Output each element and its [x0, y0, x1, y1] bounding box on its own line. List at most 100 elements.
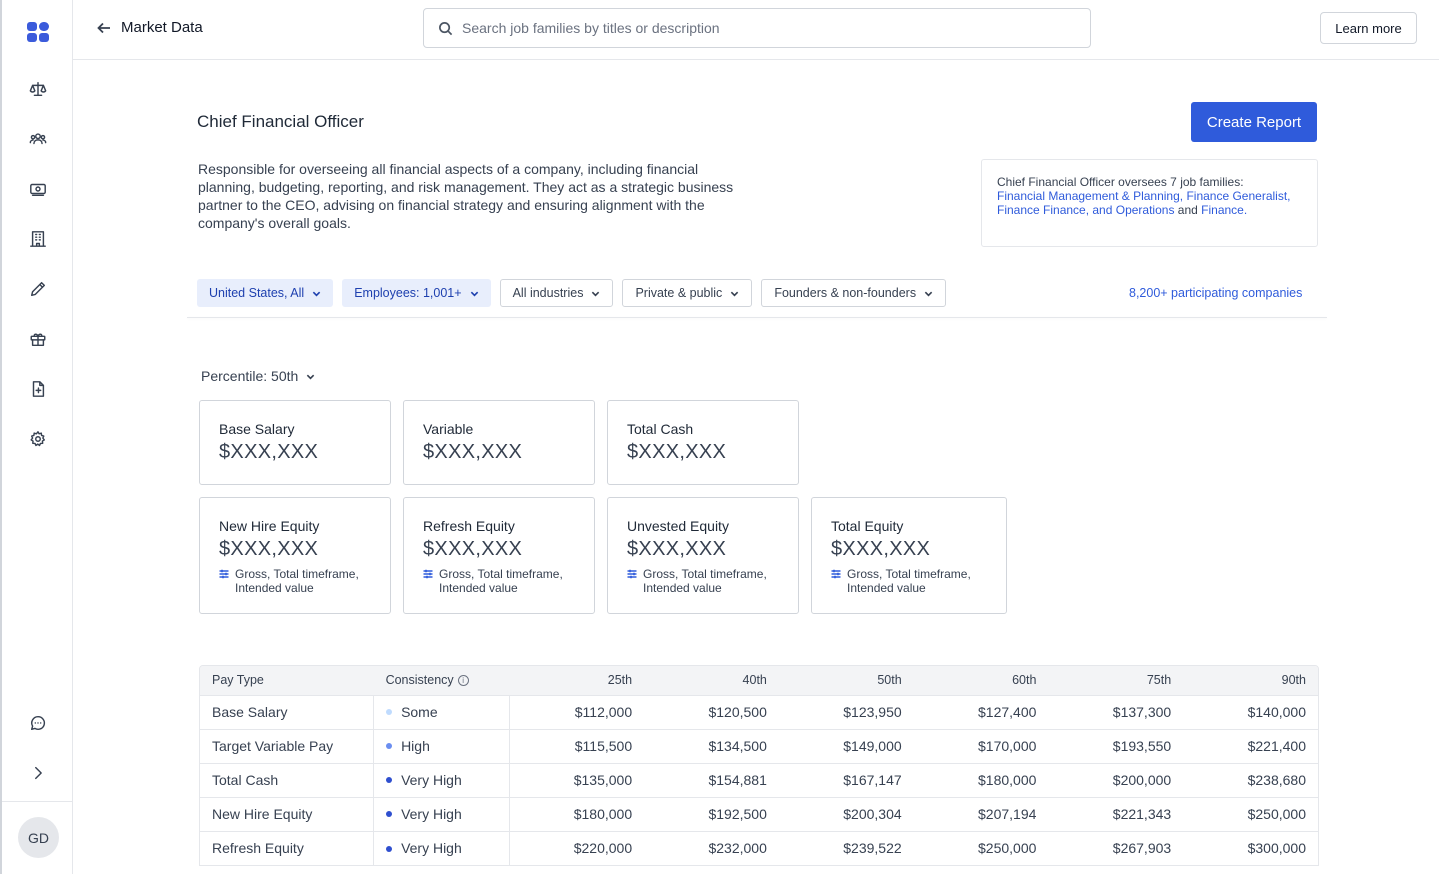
cell-consistency: Some — [373, 695, 510, 729]
col-header-90th[interactable]: 90th — [1183, 666, 1318, 695]
card-value: $XXX,XXX — [219, 538, 319, 560]
chevron-down-icon — [470, 291, 478, 296]
cell-value: $221,343 — [1112, 806, 1172, 822]
cell-value: $267,903 — [1112, 840, 1172, 857]
cell-value: $200,304 — [843, 806, 902, 822]
card-label: Variable — [423, 421, 474, 437]
cell-value: $140,000 — [1247, 704, 1306, 720]
filter-employees[interactable]: Employees: 1,001+ — [342, 279, 491, 307]
card-variable: Variable $XXX,XXX — [403, 400, 595, 485]
card-value: $XXX,XXX — [831, 538, 931, 560]
cell-value: $154,881 — [708, 772, 767, 788]
card-value: $XXX,XXX — [423, 441, 523, 463]
chat-icon[interactable] — [28, 713, 48, 733]
col-header-50th[interactable]: 50th — [779, 666, 914, 695]
cell-consistency: Very High — [373, 831, 510, 865]
info-icon[interactable]: i — [457, 675, 469, 687]
scale-icon[interactable] — [28, 79, 48, 99]
filter-founders[interactable]: Founders & non-founders — [761, 279, 947, 307]
consistency-dot-icon — [386, 743, 393, 750]
cell-value: $300,000 — [1247, 840, 1306, 857]
col-header-75th[interactable]: 75th — [1048, 666, 1183, 695]
card-label: New Hire Equity — [219, 518, 320, 534]
document-icon[interactable] — [28, 379, 48, 399]
job-family-finance-link[interactable]: Finance. — [1201, 203, 1247, 217]
card-base-salary: Base Salary $XXX,XXX — [199, 400, 391, 485]
filter-location[interactable]: United States, All — [197, 279, 334, 307]
card-note: Gross, Total timeframe, Intended value — [831, 567, 987, 595]
filter-industries[interactable]: All industries — [499, 279, 614, 307]
card-label: Base Salary — [219, 421, 295, 437]
cell-pay-type: Target Variable Pay — [200, 729, 375, 763]
filter-founders-label: Founders & non-founders — [774, 286, 917, 300]
money-icon[interactable] — [28, 179, 48, 199]
cell-value: $135,000 — [573, 772, 633, 788]
chevron-right-icon[interactable] — [28, 763, 48, 783]
cell-pay-type: New Hire Equity — [200, 797, 375, 831]
back-link[interactable]: Market Data — [97, 19, 203, 36]
filter-bar: United States, All Employees: 1,001+ All… — [197, 279, 947, 307]
filter-ownership[interactable]: Private & public — [622, 279, 753, 307]
table-row: Refresh Equity Very High $220,000 $232,000 $… — [200, 831, 1318, 865]
cell-consistency: High — [373, 729, 510, 763]
cell-value: $239,522 — [843, 840, 902, 857]
card-value: $XXX,XXX — [219, 441, 319, 463]
percentile-select[interactable]: Percentile: 50th — [201, 368, 315, 384]
back-label: Market Data — [121, 19, 203, 36]
cell-value: $123,950 — [843, 704, 902, 720]
participating-companies-link[interactable]: 8,200+ participating companies — [1129, 286, 1302, 300]
chevron-down-icon — [312, 291, 321, 296]
card-note: Gross, Total timeframe, Intended value — [219, 567, 371, 595]
cell-value: $137,300 — [1112, 704, 1172, 720]
consistency-dot-icon — [386, 777, 393, 784]
create-report-button[interactable]: Create Report — [1191, 102, 1317, 142]
chevron-down-icon — [592, 291, 600, 296]
avatar[interactable]: GD — [18, 817, 59, 858]
filter-industries-label: All industries — [512, 286, 584, 300]
cell-pay-type: Base Salary — [200, 695, 375, 729]
consistency-label: Very High — [401, 806, 462, 822]
cell-value: $167,147 — [843, 772, 902, 788]
arrow-left-icon — [97, 22, 110, 33]
cell-value: $207,194 — [978, 806, 1037, 822]
col-header-pay-type[interactable]: Pay Type — [200, 666, 374, 695]
app-logo-icon[interactable] — [27, 22, 49, 42]
sliders-icon — [423, 569, 433, 579]
consistency-label: High — [401, 738, 430, 754]
search-input[interactable] — [462, 20, 1062, 36]
table-row: Base Salary Some $112,000 $120,500 $123,950 $… — [200, 695, 1318, 729]
learn-more-button[interactable]: Learn more — [1320, 12, 1417, 44]
card-unvested-equity: Unvested Equity $XXX,XXX Gross, Total ti… — [607, 497, 799, 614]
cell-consistency: Very High — [373, 763, 510, 797]
cell-value: $180,000 — [573, 806, 633, 822]
card-note-text: Gross, Total timeframe, Intended value — [439, 567, 563, 595]
team-icon[interactable] — [28, 129, 48, 149]
card-new-hire-equity: New Hire Equity $XXX,XXX Gross, Total ti… — [199, 497, 391, 614]
consistency-label: Some — [401, 704, 438, 720]
cell-value: $221,400 — [1247, 738, 1306, 754]
card-label: Total Cash — [627, 421, 694, 437]
info-and: and — [1174, 203, 1202, 217]
cell-pay-type: Total Cash — [200, 763, 375, 797]
card-value: $XXX,XXX — [423, 538, 523, 560]
pencil-icon[interactable] — [28, 279, 48, 299]
cell-value: $250,000 — [978, 840, 1037, 857]
col-header-40th[interactable]: 40th — [644, 666, 779, 695]
info-prefix: Chief Financial Officer oversees 7 job f… — [997, 175, 1244, 189]
gear-icon[interactable] — [28, 429, 48, 449]
cell-value: $193,550 — [1112, 738, 1172, 754]
building-icon[interactable] — [28, 229, 48, 249]
chevron-down-icon — [307, 374, 315, 379]
filter-location-label: United States, All — [209, 286, 305, 300]
cell-value: $127,400 — [978, 704, 1037, 720]
job-families-info: Chief Financial Officer oversees 7 job f… — [981, 159, 1318, 247]
col-header-60th[interactable]: 60th — [914, 666, 1049, 695]
sidebar: GD — [0, 0, 73, 874]
col-header-25th[interactable]: 25th — [509, 666, 644, 695]
search-icon — [439, 21, 453, 35]
search-box[interactable] — [423, 8, 1091, 48]
col-header-consistency[interactable]: Consistency i — [374, 666, 510, 695]
cell-consistency: Very High — [373, 797, 510, 831]
card-label: Refresh Equity — [423, 518, 515, 534]
gift-icon[interactable] — [28, 329, 48, 349]
